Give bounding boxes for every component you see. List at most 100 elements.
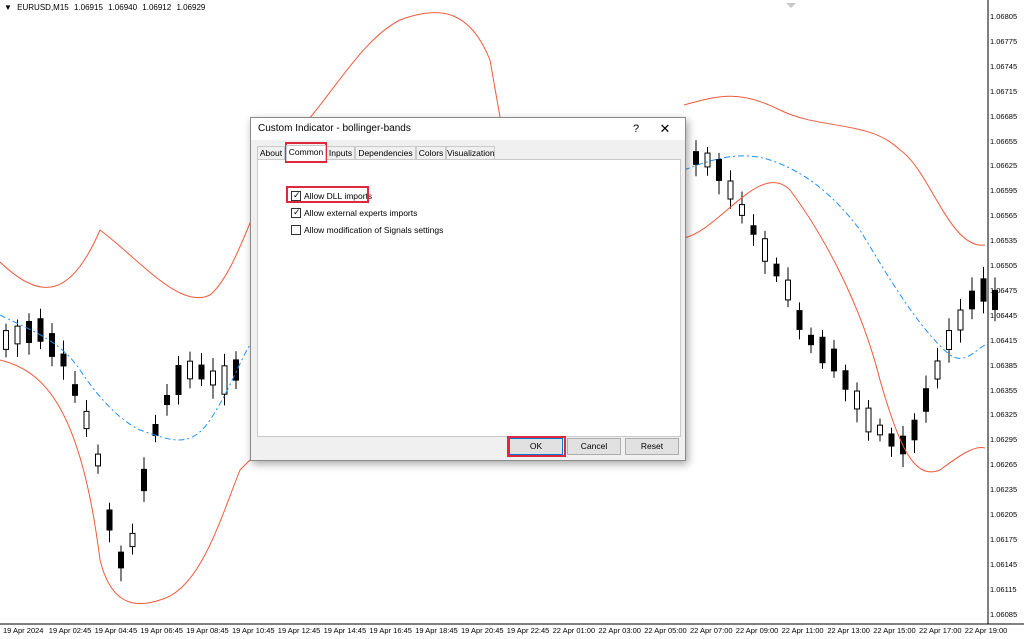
candle-body	[716, 159, 722, 181]
price-label: 1.06535	[990, 236, 1018, 246]
time-label: 19 Apr 18:45	[415, 626, 458, 635]
price-label: 1.06235	[990, 485, 1018, 495]
candle-body	[762, 238, 768, 262]
close-button[interactable]: ✕	[657, 121, 673, 137]
candle-body	[95, 453, 101, 467]
custom-indicator-dialog: Custom Indicator - bollinger-bands ? ✕ A…	[250, 117, 686, 461]
candle-body	[198, 364, 205, 380]
candle-body	[164, 394, 170, 406]
price-label: 1.06745	[990, 61, 1018, 71]
cancel-button[interactable]: Cancel	[567, 438, 621, 455]
time-label: 19 Apr 08:45	[186, 626, 229, 635]
time-label: 22 Apr 01:00	[552, 626, 596, 635]
candle-body	[831, 348, 837, 372]
candle-body	[946, 330, 952, 350]
quote-low: 1.06912	[142, 3, 172, 12]
candle-body	[796, 310, 803, 330]
time-label: 22 Apr 19:00	[964, 626, 1008, 635]
tab-about[interactable]: About	[257, 146, 285, 160]
candle-body	[26, 321, 32, 343]
candle-body	[750, 225, 757, 235]
candle-body	[877, 424, 883, 436]
price-label: 1.06505	[990, 261, 1018, 270]
time-label: 22 Apr 03:00	[598, 626, 641, 635]
time-label: 19 Apr 2024	[3, 626, 44, 635]
candle-body	[704, 152, 711, 168]
symbol-name: EURUSD,M15	[17, 3, 69, 12]
tab-visualization[interactable]: Visualization	[446, 146, 495, 160]
price-label: 1.06385	[990, 360, 1018, 370]
candle-body	[152, 424, 159, 436]
price-label: 1.06445	[990, 310, 1018, 320]
time-label: 22 Apr 09:00	[735, 626, 779, 635]
allow-external-experts-checkbox[interactable]: ✓	[291, 207, 301, 218]
price-label: 1.06145	[990, 559, 1018, 569]
price-label: 1.06175	[990, 534, 1018, 544]
candle-body	[923, 388, 929, 412]
price-label: 1.06805	[990, 12, 1018, 21]
time-label: 22 Apr 13:00	[827, 626, 870, 635]
candle-body	[865, 407, 872, 433]
tab-colors[interactable]: Colors	[416, 146, 446, 160]
candle-body	[14, 325, 21, 345]
time-label: 19 Apr 02:45	[48, 626, 92, 635]
price-label: 1.06715	[990, 86, 1018, 96]
allow-signals-modification-label: Allow modification of Signals settings	[304, 225, 444, 235]
symbol-header: ▼ EURUSD,M15 1.06915 1.06940 1.06912 1.0…	[4, 3, 208, 12]
dialog-titlebar[interactable]: Custom Indicator - bollinger-bands ? ✕	[251, 118, 685, 140]
candle-body	[957, 309, 964, 331]
candle-body	[118, 551, 124, 569]
tab-dependencies[interactable]: Dependencies	[355, 146, 416, 160]
candle-body	[727, 180, 734, 200]
candle-body	[129, 532, 136, 548]
time-label: 19 Apr 14:45	[323, 626, 367, 635]
price-label: 1.06265	[990, 460, 1018, 470]
tab-inputs[interactable]: Inputs	[326, 146, 355, 160]
candle-body	[187, 360, 193, 380]
time-label: 19 Apr 12:45	[277, 626, 321, 635]
quote-close: 1.06929	[176, 3, 206, 12]
time-label: 22 Apr 07:00	[690, 626, 733, 635]
reset-button[interactable]: Reset	[625, 438, 679, 455]
price-label: 1.06325	[990, 410, 1018, 420]
tab-common[interactable]: Common	[286, 145, 326, 161]
help-button[interactable]: ?	[628, 121, 644, 137]
candle-body	[911, 419, 918, 441]
candle-body	[141, 468, 147, 492]
menu-triangle-icon[interactable]: ▼	[4, 3, 12, 12]
time-label: 22 Apr 15:00	[873, 626, 916, 635]
time-label: 19 Apr 20:45	[461, 626, 504, 635]
candle-body	[210, 370, 216, 386]
allow-external-experts-label: Allow external experts imports	[304, 208, 418, 218]
time-label: 22 Apr 11:00	[781, 626, 824, 635]
time-label: 19 Apr 06:45	[140, 626, 183, 635]
price-label: 1.06295	[990, 435, 1018, 445]
price-label: 1.06355	[990, 385, 1018, 395]
checkmark-icon: ✓	[293, 207, 301, 217]
candle-body	[106, 509, 113, 531]
dll-option-highlight	[286, 186, 369, 203]
price-label: 1.06115	[990, 584, 1017, 594]
candle-body	[773, 263, 780, 277]
allow-signals-modification-checkbox[interactable]	[291, 225, 301, 235]
candle-body	[739, 204, 745, 216]
candle-body	[808, 334, 814, 346]
price-label: 1.06685	[990, 111, 1018, 121]
candle-body	[785, 279, 791, 301]
candle-body	[3, 330, 9, 350]
quote-open: 1.06915	[73, 3, 103, 12]
candle-body	[934, 360, 941, 380]
quote-high: 1.06940	[108, 3, 138, 12]
ok-button-highlight	[507, 436, 566, 457]
time-label: 19 Apr 22:45	[506, 626, 550, 635]
candle-body	[854, 390, 860, 410]
time-label: 22 Apr 17:00	[919, 626, 962, 635]
price-label: 1.06625	[990, 161, 1018, 171]
candle-body	[233, 359, 239, 381]
price-label: 1.06595	[990, 186, 1018, 196]
candle-body	[175, 364, 182, 396]
candle-body	[221, 365, 228, 395]
price-label: 1.06205	[990, 510, 1018, 519]
price-label: 1.06475	[990, 285, 1018, 295]
time-label: 22 Apr 05:00	[644, 626, 687, 635]
